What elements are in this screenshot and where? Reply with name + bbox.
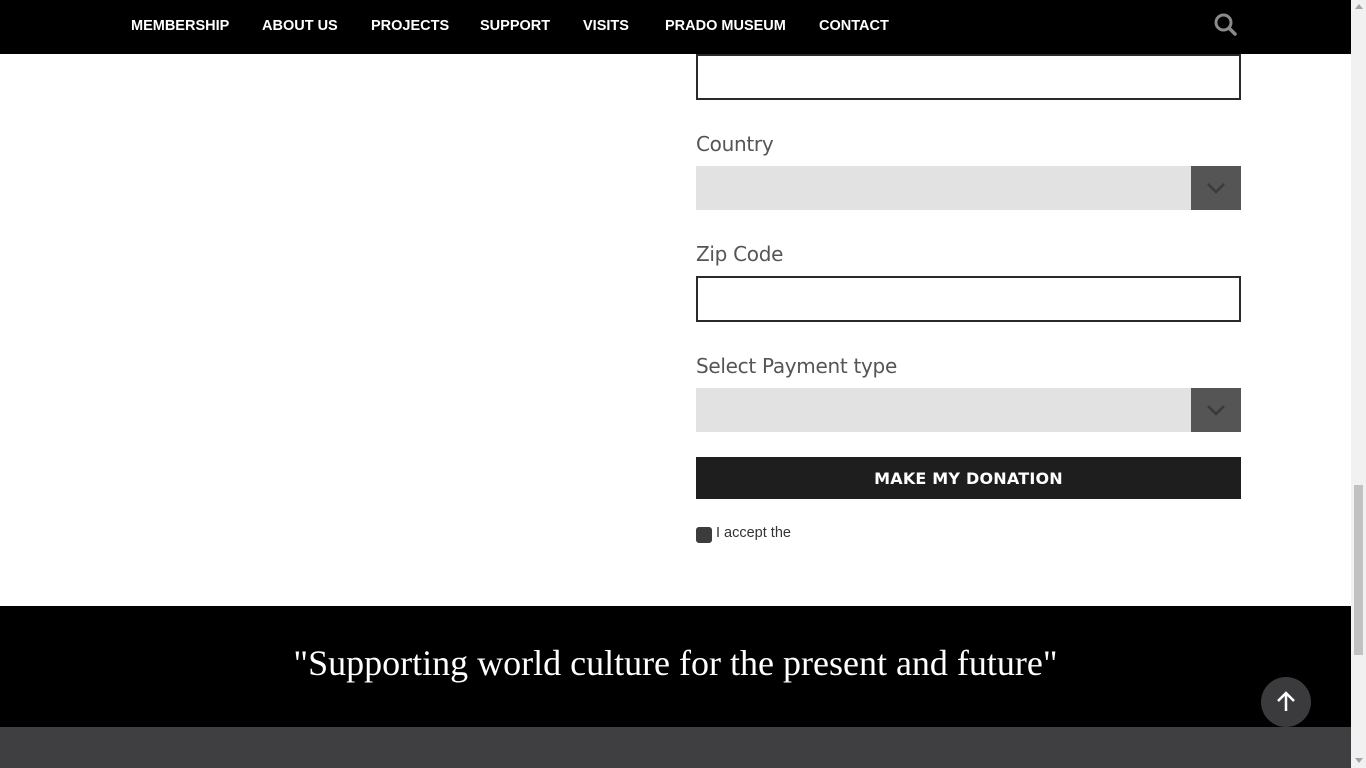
country-label: Country bbox=[696, 132, 774, 156]
quote-text: "Supporting world culture for the presen… bbox=[293, 643, 1058, 683]
quote-banner: "Supporting world culture for the presen… bbox=[0, 606, 1351, 727]
back-to-top-button[interactable] bbox=[1261, 677, 1311, 727]
nav-item-projects[interactable]: PROJECTS bbox=[371, 18, 449, 34]
arrow-up-icon bbox=[1277, 691, 1295, 711]
zip-code-field[interactable] bbox=[696, 276, 1241, 322]
nav-item-contact[interactable]: CONTACT bbox=[819, 18, 889, 34]
make-donation-button[interactable]: MAKE MY DONATION bbox=[696, 457, 1241, 499]
payment-type-label: Select Payment type bbox=[696, 354, 897, 378]
scrollbar-thumb[interactable] bbox=[1354, 485, 1363, 655]
nav-item-about-us[interactable]: ABOUT US bbox=[262, 18, 338, 34]
nav-item-support[interactable]: SUPPORT bbox=[480, 18, 550, 34]
nav-item-prado-museum[interactable]: PRADO MUSEUM bbox=[665, 18, 786, 34]
top-navigation: MEMBERSHIP ABOUT US PROJECTS SUPPORT VIS… bbox=[0, 0, 1351, 54]
address-field[interactable] bbox=[696, 54, 1241, 100]
nav-item-visits[interactable]: VISITS bbox=[583, 18, 629, 34]
nav-item-membership[interactable]: MEMBERSHIP bbox=[131, 18, 229, 34]
footer bbox=[0, 727, 1351, 768]
chevron-down-icon[interactable] bbox=[1191, 166, 1241, 210]
payment-type-select[interactable] bbox=[696, 388, 1241, 432]
zip-code-label: Zip Code bbox=[696, 242, 784, 266]
accept-terms-checkbox[interactable] bbox=[696, 527, 712, 543]
scroll-down-arrow-icon[interactable] bbox=[1355, 758, 1363, 763]
accept-terms-label: I accept the bbox=[716, 525, 791, 541]
scroll-up-arrow-icon[interactable] bbox=[1355, 4, 1363, 9]
page-scrollbar[interactable] bbox=[1351, 0, 1366, 768]
country-select[interactable] bbox=[696, 166, 1241, 210]
chevron-down-icon[interactable] bbox=[1191, 388, 1241, 432]
search-icon[interactable] bbox=[1213, 12, 1239, 38]
page: MEMBERSHIP ABOUT US PROJECTS SUPPORT VIS… bbox=[0, 0, 1351, 768]
